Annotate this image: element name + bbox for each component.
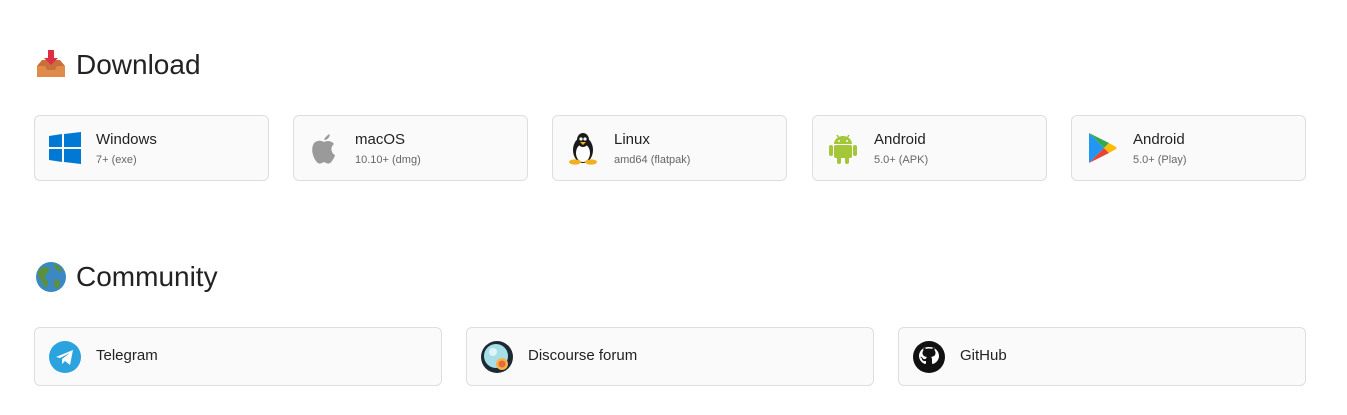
apple-icon: [306, 130, 342, 166]
community-telegram-card[interactable]: Telegram: [34, 327, 442, 386]
tux-icon: [565, 130, 601, 166]
globe-americas-icon: [34, 260, 68, 294]
google-play-icon: [1084, 130, 1120, 166]
card-subtitle: 5.0+ (APK): [874, 154, 929, 166]
inbox-tray-icon: [34, 48, 68, 82]
download-android-play-card[interactable]: Android 5.0+ (Play): [1071, 115, 1306, 181]
download-macos-card[interactable]: macOS 10.10+ (dmg): [293, 115, 528, 181]
download-windows-card[interactable]: Windows 7+ (exe): [34, 115, 269, 181]
card-subtitle: 10.10+ (dmg): [355, 154, 421, 166]
community-github-card[interactable]: GitHub: [898, 327, 1306, 386]
community-discourse-card[interactable]: Discourse forum: [466, 327, 874, 386]
download-linux-card[interactable]: Linux amd64 (flatpak): [552, 115, 787, 181]
download-heading: Download: [34, 47, 201, 83]
discourse-icon: [479, 339, 515, 375]
download-title: Download: [76, 49, 201, 80]
card-name: Windows: [96, 131, 157, 148]
card-subtitle: amd64 (flatpak): [614, 154, 691, 166]
windows-icon: [47, 130, 83, 166]
download-android-apk-card[interactable]: Android 5.0+ (APK): [812, 115, 1047, 181]
card-name: Android: [1133, 131, 1185, 148]
telegram-icon: [47, 339, 83, 375]
android-icon: [825, 130, 861, 166]
github-icon: [911, 339, 947, 375]
community-heading: Community: [34, 259, 218, 295]
card-name: Android: [874, 131, 926, 148]
card-name: Discourse forum: [528, 347, 638, 364]
card-name: GitHub: [960, 347, 1007, 364]
card-subtitle: 5.0+ (Play): [1133, 154, 1187, 166]
card-name: Telegram: [96, 347, 158, 364]
card-name: macOS: [355, 131, 406, 148]
card-name: Linux: [614, 131, 650, 148]
community-title: Community: [76, 261, 218, 292]
card-subtitle: 7+ (exe): [96, 154, 137, 166]
